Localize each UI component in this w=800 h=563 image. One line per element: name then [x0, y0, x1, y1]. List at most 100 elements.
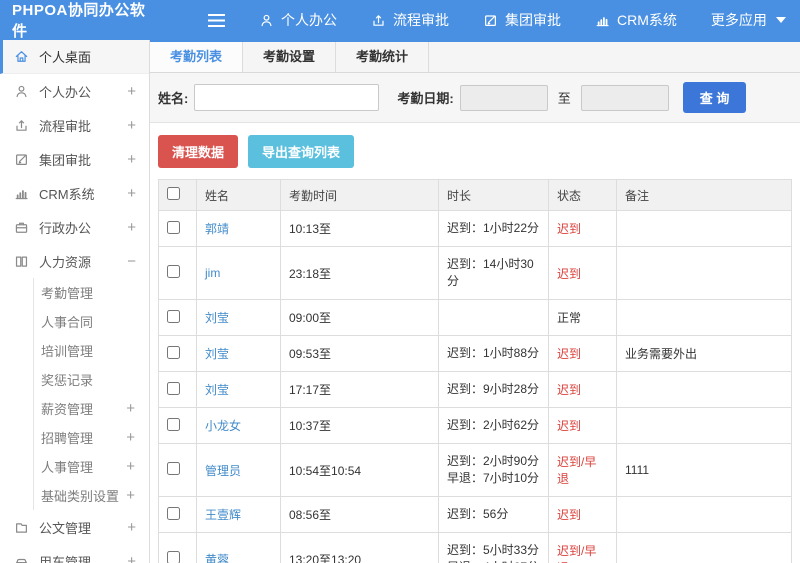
- top-nav: 个人办公 流程审批 集团审批 CRM系统 更多应用: [259, 10, 786, 30]
- expand-icon[interactable]: +: [127, 220, 136, 235]
- status-badge: 正常: [557, 311, 582, 325]
- sidebar-subitem[interactable]: 招聘管理 +: [33, 423, 149, 452]
- topnav-item-label: 个人办公: [281, 12, 337, 28]
- chevron-down-icon: [775, 17, 786, 23]
- status-cell: 迟到: [548, 371, 617, 408]
- sidebar-item[interactable]: 公文管理 +: [0, 510, 149, 544]
- row-checkbox[interactable]: [167, 309, 180, 323]
- remark-cell: 业务需要外出: [616, 335, 792, 372]
- topnav-item[interactable]: 流程审批: [371, 10, 449, 30]
- topnav-item-label: 集团审批: [505, 12, 561, 28]
- briefcase-icon: [14, 220, 29, 235]
- expand-icon[interactable]: +: [126, 488, 135, 503]
- name-filter-input[interactable]: [194, 84, 380, 111]
- employee-name-link[interactable]: 管理员: [205, 464, 241, 478]
- status-badge: 迟到: [557, 508, 582, 522]
- status-cell: 迟到: [548, 246, 617, 300]
- column-header: 时长: [438, 179, 549, 211]
- table-row: 王壹辉 08:56至 迟到：56分 迟到: [158, 496, 792, 533]
- sidebar-item-label: 薪资管理: [41, 402, 94, 417]
- status-cell: 迟到: [548, 210, 617, 247]
- row-checkbox[interactable]: [167, 506, 180, 520]
- expand-icon[interactable]: +: [127, 118, 136, 133]
- row-checkbox[interactable]: [167, 345, 180, 359]
- expand-icon[interactable]: +: [127, 84, 136, 99]
- sidebar-subitem[interactable]: 培训管理: [33, 336, 149, 365]
- sidebar-item[interactable]: 行政办公 +: [0, 210, 149, 244]
- sidebar-item[interactable]: 流程审批 +: [0, 108, 149, 142]
- status-cell: 正常: [548, 299, 617, 336]
- sidebar-item[interactable]: 集团审批 +: [0, 142, 149, 176]
- chart-icon: [14, 186, 29, 201]
- expand-icon[interactable]: +: [126, 430, 135, 445]
- expand-icon[interactable]: +: [126, 401, 135, 416]
- sidebar-item[interactable]: 人力资源 −: [0, 244, 149, 278]
- sidebar-subitem[interactable]: 奖惩记录: [33, 365, 149, 394]
- employee-name-link[interactable]: 郭靖: [205, 222, 229, 236]
- employee-name-link[interactable]: 小龙女: [205, 419, 241, 433]
- search-button[interactable]: 查 询: [682, 82, 747, 113]
- row-checkbox-cell: [158, 246, 197, 300]
- table-row: 小龙女 10:37至 迟到：2小时62分 迟到: [158, 407, 792, 444]
- menu-toggle-icon[interactable]: [208, 13, 225, 27]
- row-checkbox[interactable]: [167, 417, 180, 431]
- sidebar-item[interactable]: CRM系统 +: [0, 176, 149, 210]
- topnav-item[interactable]: CRM系统: [595, 10, 677, 30]
- column-header: 姓名: [196, 179, 281, 211]
- export-list-button[interactable]: 导出查询列表: [248, 135, 355, 168]
- row-checkbox[interactable]: [167, 462, 180, 475]
- remark-cell: [616, 407, 792, 444]
- edit-icon: [14, 152, 29, 167]
- expand-icon[interactable]: +: [127, 152, 136, 167]
- topnav-item[interactable]: 个人办公: [259, 10, 337, 30]
- tab-3[interactable]: 考勤统计: [336, 42, 430, 72]
- sidebar-item[interactable]: 用车管理 +: [0, 544, 149, 563]
- topnav-item[interactable]: 更多应用: [711, 10, 786, 30]
- row-checkbox[interactable]: [167, 265, 180, 278]
- employee-name-link[interactable]: jim: [205, 266, 220, 280]
- expand-icon[interactable]: +: [127, 186, 136, 201]
- expand-icon[interactable]: +: [127, 520, 136, 535]
- topnav-item-label: 更多应用: [710, 12, 767, 28]
- action-buttons: 清理数据 导出查询列表: [150, 123, 800, 179]
- sidebar-subitem[interactable]: 考勤管理: [33, 278, 149, 307]
- select-all-checkbox[interactable]: [167, 187, 180, 200]
- date-to-input[interactable]: [580, 84, 669, 111]
- employee-name-link[interactable]: 刘莹: [205, 383, 229, 397]
- employee-name-link[interactable]: 王壹辉: [205, 508, 241, 522]
- sidebar-item-label: 公文管理: [39, 520, 92, 536]
- employee-name-link[interactable]: 黄蓉: [205, 553, 229, 563]
- sidebar-item-label: 个人桌面: [39, 50, 92, 65]
- row-checkbox[interactable]: [167, 381, 180, 395]
- attendance-table: 姓名 考勤时间 时长 状态 备注 郭靖 10:13至 迟到：1小时22分 迟到 jim 23:18…: [158, 179, 792, 563]
- topnav-item[interactable]: 集团审批: [483, 10, 561, 30]
- row-checkbox-cell: [158, 210, 197, 247]
- sidebar-item-label: 集团审批: [39, 152, 92, 168]
- duration-cell: 迟到：9小时28分: [438, 371, 549, 408]
- row-checkbox[interactable]: [167, 220, 180, 234]
- status-badge: 迟到: [557, 383, 582, 397]
- tab-1[interactable]: 考勤列表: [150, 42, 244, 72]
- expand-icon[interactable]: +: [127, 554, 136, 563]
- sidebar-item[interactable]: 个人桌面: [0, 40, 149, 74]
- row-checkbox[interactable]: [167, 551, 180, 563]
- sidebar-subitem[interactable]: 薪资管理 +: [33, 394, 149, 423]
- top-bar: PHPOA协同办公软件 个人办公 流程审批 集团审批 CRM系统 更多应用: [0, 0, 800, 40]
- sidebar-subitem[interactable]: 基础类别设置 +: [33, 481, 149, 510]
- name-cell: 王壹辉: [196, 496, 281, 533]
- select-all-header: [158, 179, 197, 211]
- clean-data-button[interactable]: 清理数据: [158, 135, 239, 168]
- sidebar-subitem[interactable]: 人事管理 +: [33, 452, 149, 481]
- employee-name-link[interactable]: 刘莹: [205, 347, 229, 361]
- sidebar-subitem[interactable]: 人事合同: [33, 307, 149, 336]
- employee-name-link[interactable]: 刘莹: [205, 311, 229, 325]
- name-filter-label: 姓名:: [158, 91, 189, 106]
- expand-icon[interactable]: +: [126, 459, 135, 474]
- collapse-icon[interactable]: −: [127, 254, 136, 269]
- user-icon: [14, 84, 29, 99]
- status-cell: 迟到/早退: [548, 532, 617, 563]
- row-checkbox-cell: [158, 532, 197, 563]
- date-from-input[interactable]: [459, 84, 548, 111]
- sidebar-item[interactable]: 个人办公 +: [0, 74, 149, 108]
- tab-2[interactable]: 考勤设置: [243, 42, 337, 72]
